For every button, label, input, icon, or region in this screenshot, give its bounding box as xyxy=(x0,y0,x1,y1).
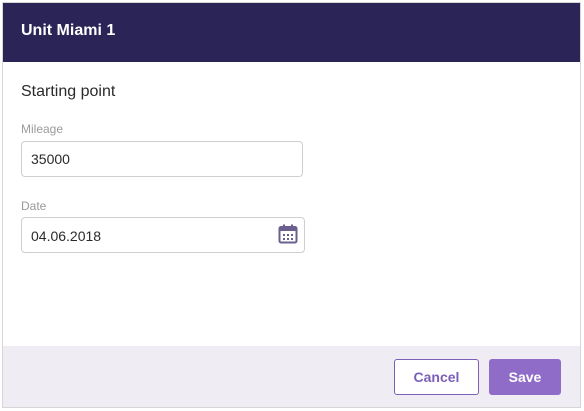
date-value: 04.06.2018 xyxy=(31,228,102,244)
save-button[interactable]: Save xyxy=(489,359,561,395)
mileage-label: Mileage xyxy=(21,122,64,136)
unit-dialog: Unit Miami 1 Starting point Mileage Date… xyxy=(2,2,581,408)
dialog-header: Unit Miami 1 xyxy=(3,3,580,62)
date-input[interactable]: 04.06.2018 xyxy=(21,217,305,253)
cancel-button[interactable]: Cancel xyxy=(394,359,479,395)
mileage-input[interactable] xyxy=(21,141,303,177)
dialog-title: Unit Miami 1 xyxy=(21,22,116,39)
date-label: Date xyxy=(21,199,47,213)
dialog-footer: Cancel Save xyxy=(3,346,580,407)
calendar-icon[interactable] xyxy=(278,224,298,244)
section-title: Starting point xyxy=(21,83,116,100)
